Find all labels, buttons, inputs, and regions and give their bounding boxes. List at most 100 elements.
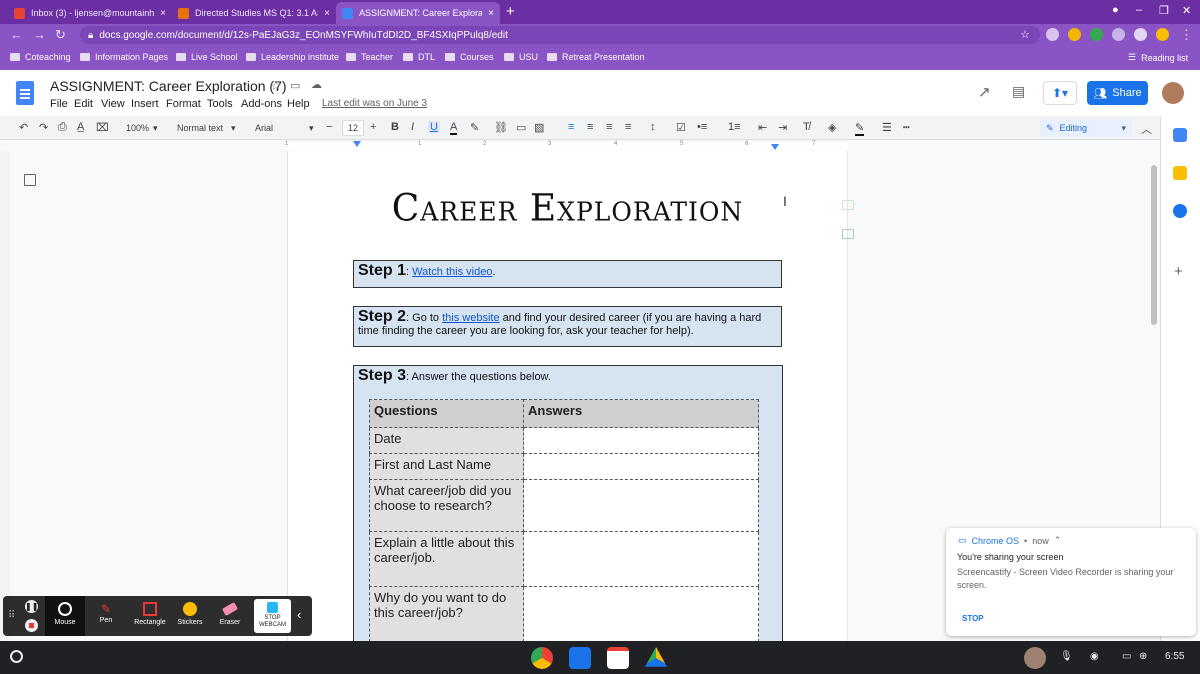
display-icon[interactable]: ▭ <box>1122 651 1131 662</box>
spellcheck-icon[interactable]: A̲ <box>77 121 84 133</box>
reading-list-button[interactable]: ☰ Reading list <box>1128 52 1188 63</box>
align-right-icon[interactable]: ≡ <box>606 121 612 133</box>
undo-icon[interactable]: ↶ <box>19 121 28 134</box>
eraser-tool-button[interactable]: Eraser <box>210 596 250 636</box>
border-width-icon[interactable]: ☰ <box>882 121 892 134</box>
align-left-icon[interactable]: ≡ <box>568 121 574 133</box>
highlight-icon[interactable]: ✎ <box>470 121 479 134</box>
question-cell[interactable]: Date <box>369 427 524 454</box>
watch-video-link[interactable]: Watch this video <box>412 266 492 278</box>
document-outline-icon[interactable] <box>24 174 36 186</box>
step2-box[interactable]: Step 2: Go to this website and find your… <box>353 306 782 347</box>
collapse-menus-icon[interactable]: ︿ <box>1141 121 1152 137</box>
document-title[interactable]: ASSIGNMENT: Career Exploration (7) <box>50 78 287 94</box>
add-icon[interactable]: ⊕ <box>1139 651 1147 662</box>
decrease-font-icon[interactable]: − <box>326 121 332 133</box>
menu-edit[interactable]: Edit <box>74 98 93 110</box>
share-button[interactable]: 👥︎ Share <box>1087 81 1148 105</box>
star-icon[interactable]: ☆ <box>270 78 282 94</box>
chevron-down-icon[interactable]: ▾ <box>231 123 236 134</box>
activity-dashboard-icon[interactable]: ↗ <box>978 83 991 101</box>
clear-formatting-icon[interactable]: T̸ <box>803 121 810 133</box>
keep-icon[interactable] <box>1173 166 1187 180</box>
microphone-icon[interactable]: 🎙︎ <box>1060 651 1073 662</box>
present-meeting-button[interactable]: ⬆▾ <box>1043 81 1077 105</box>
table-header[interactable]: Answers <box>523 399 759 428</box>
collapse-toolbar-icon[interactable]: ‹ <box>297 607 301 622</box>
bulleted-list-icon[interactable]: •≡ <box>697 121 707 133</box>
tasks-icon[interactable] <box>1173 204 1187 218</box>
menu-format[interactable]: Format <box>166 98 201 110</box>
answer-cell[interactable] <box>523 531 759 587</box>
insert-link-icon[interactable]: ⛓ <box>494 121 508 134</box>
paint-format-icon[interactable]: ⌧ <box>96 121 109 134</box>
style-select[interactable]: Normal text <box>177 123 223 133</box>
last-edit-link[interactable]: Last edit was on June 3 <box>322 98 427 109</box>
step1-box[interactable]: Step 1: Watch this video. <box>353 260 782 288</box>
align-justify-icon[interactable]: ≡ <box>625 121 631 133</box>
bookmark-item[interactable]: Coteaching <box>10 52 71 62</box>
get-addons-icon[interactable]: + <box>1174 263 1183 280</box>
drive-icon[interactable] <box>645 647 667 667</box>
tab-close-icon[interactable]: × <box>324 8 330 19</box>
avatar-small-icon[interactable] <box>1156 28 1169 41</box>
screen-record-icon[interactable]: ◉ <box>1090 651 1099 662</box>
extension-icon[interactable] <box>1046 28 1059 41</box>
tab-close-icon[interactable]: × <box>160 8 166 19</box>
menu-insert[interactable]: Insert <box>131 98 159 110</box>
text-color-icon[interactable]: A <box>450 121 458 135</box>
maximize-icon[interactable]: ❐ <box>1159 4 1169 17</box>
launcher-icon[interactable] <box>10 650 23 663</box>
checklist-icon[interactable]: ☑ <box>676 121 686 134</box>
extension-icon[interactable] <box>1090 28 1103 41</box>
gmail-icon[interactable] <box>607 647 629 669</box>
profile-icon[interactable]: ● <box>1112 4 1119 16</box>
menu-file[interactable]: File <box>50 98 68 110</box>
answer-cell[interactable] <box>523 453 759 480</box>
user-avatar[interactable] <box>1024 647 1046 669</box>
url-bar[interactable]: 🔒︎ docs.google.com/document/d/12s-PaEJaG… <box>80 26 1040 44</box>
files-icon[interactable] <box>569 647 591 669</box>
chevron-up-icon[interactable]: ⌃ <box>1054 535 1062 546</box>
menu-help[interactable]: Help <box>287 98 310 110</box>
bold-icon[interactable]: B <box>391 121 399 133</box>
drag-handle-icon[interactable]: ⠿ <box>8 610 15 621</box>
minimize-icon[interactable]: – <box>1136 4 1142 16</box>
bookmark-item[interactable]: Information Pages <box>80 52 168 62</box>
website-link[interactable]: this website <box>442 312 499 324</box>
question-cell[interactable]: What career/job did you choose to resear… <box>369 479 524 532</box>
left-indent-marker[interactable] <box>353 141 361 147</box>
tab-gmail[interactable]: Inbox (3) - ljensen@mountainhe × <box>8 2 172 24</box>
editing-mode-select[interactable]: ✎ Editing ▾ <box>1040 119 1132 137</box>
stop-webcam-button[interactable]: STOP WEBCAM <box>254 599 291 633</box>
menu-tools[interactable]: Tools <box>207 98 233 110</box>
tab-directed-studies[interactable]: Directed Studies MS Q1: 3.1 ASS × <box>172 2 336 24</box>
close-window-icon[interactable]: ✕ <box>1182 4 1191 17</box>
pause-icon[interactable]: ❚❚ <box>25 600 38 613</box>
right-indent-marker[interactable] <box>771 144 779 150</box>
bookmark-item[interactable]: DTL <box>403 52 435 62</box>
increase-indent-icon[interactable]: ⇥ <box>778 121 787 134</box>
question-cell[interactable]: First and Last Name <box>369 453 524 480</box>
kebab-menu-icon[interactable]: ⋮ <box>1180 27 1193 43</box>
vertical-scrollbar[interactable] <box>1151 165 1157 325</box>
line-spacing-icon[interactable]: ↕ <box>650 121 656 133</box>
suggest-edit-icon[interactable] <box>842 229 854 239</box>
rectangle-tool-button[interactable]: Rectangle <box>127 596 173 636</box>
table-header[interactable]: Questions <box>369 399 524 428</box>
bookmark-item[interactable]: USU <box>504 52 538 62</box>
tab-career-exploration[interactable]: ASSIGNMENT: Career Exploratio × <box>336 2 500 24</box>
stickers-tool-button[interactable]: Stickers <box>170 596 210 636</box>
question-cell[interactable]: Explain a little about this career/job. <box>369 531 524 587</box>
chevron-down-icon[interactable]: ▾ <box>309 123 314 134</box>
increase-font-icon[interactable]: + <box>370 121 376 133</box>
add-comment-icon[interactable] <box>842 200 854 210</box>
answer-cell[interactable] <box>523 586 759 642</box>
reload-icon[interactable]: ↻ <box>55 27 66 43</box>
bookmark-item[interactable]: Leadership institute <box>246 52 339 62</box>
comment-history-icon[interactable]: ▤ <box>1012 83 1025 100</box>
bookmark-item[interactable]: Courses <box>445 52 494 62</box>
calendar-icon[interactable] <box>1173 128 1187 142</box>
insert-comment-icon[interactable]: ▭ <box>516 121 526 134</box>
move-folder-icon[interactable]: ▭ <box>290 79 300 92</box>
